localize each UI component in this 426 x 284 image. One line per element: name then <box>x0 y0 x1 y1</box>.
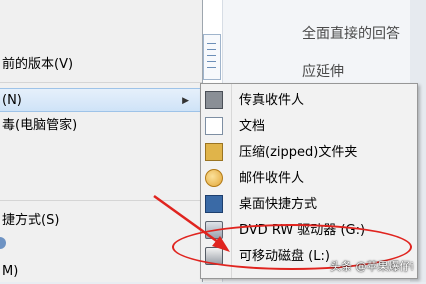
submenu-item-label: 压缩(zipped)文件夹 <box>239 145 358 160</box>
submenu-item-label: 传真收件人 <box>239 93 305 108</box>
menu-item-label: 毒(电脑管家) <box>2 118 78 133</box>
submenu-item-mail-recipient[interactable]: 邮件收件人 <box>201 166 417 191</box>
zip-folder-icon <box>205 143 223 161</box>
menu-item-label: (N) <box>2 93 22 108</box>
document-icon <box>205 117 223 135</box>
fax-icon <box>205 91 223 109</box>
submenu-item-label: 桌面快捷方式 <box>239 197 318 212</box>
menu-item-label: 前的版本(V) <box>2 57 74 72</box>
mail-icon <box>205 169 223 187</box>
menu-item-previous-versions[interactable]: 前的版本(V) <box>0 53 202 77</box>
submenu-item-documents[interactable]: 文档 <box>201 114 417 139</box>
shield-icon <box>0 237 6 249</box>
menu-item-label: M) <box>2 264 19 279</box>
submenu-item-zip-folder[interactable]: 压缩(zipped)文件夹 <box>201 140 417 165</box>
submenu-item-label: 邮件收件人 <box>239 171 305 186</box>
background-text-1: 全面直接的回答 <box>302 26 400 42</box>
file-icon <box>203 34 221 80</box>
menu-item-rename[interactable]: M) <box>0 260 202 284</box>
watermark: 头条 @苹果爆仔i <box>330 260 414 273</box>
menu-separator <box>0 82 202 83</box>
background-text-2: 应延伸 <box>302 64 344 80</box>
submenu-item-fax-recipient[interactable]: 传真收件人 <box>201 88 417 113</box>
submenu-arrow-icon: ▶ <box>182 96 189 106</box>
menu-item-label: 捷方式(S) <box>2 213 60 228</box>
menu-item-scan-virus[interactable]: 毒(电脑管家) <box>0 114 202 138</box>
menu-item-send-to[interactable]: (N) ▶ <box>0 88 202 112</box>
submenu-item-label: 文档 <box>239 119 266 134</box>
